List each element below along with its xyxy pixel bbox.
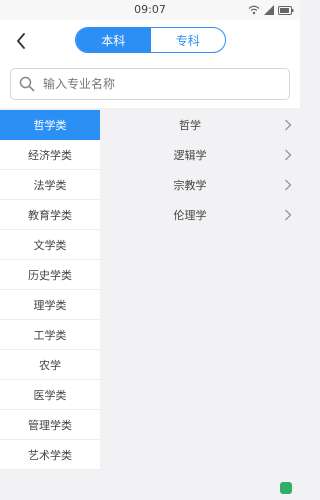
chevron-right-icon <box>285 209 292 221</box>
subcategory-label: 伦理学 <box>173 209 207 222</box>
battery-icon <box>278 5 294 15</box>
status-icons <box>248 5 294 15</box>
category-item-literature[interactable]: 文学类 <box>0 230 100 260</box>
category-item-economics[interactable]: 经济学类 <box>0 140 100 170</box>
category-list: 哲学类 经济学类 法学类 教育学类 文学类 历史学类 理学类 工学类 农学 医学… <box>0 110 100 470</box>
wifi-icon <box>248 5 260 15</box>
subcategory-list: 哲学 逻辑学 宗教学 伦理学 <box>100 110 300 230</box>
category-item-medicine[interactable]: 医学类 <box>0 380 100 410</box>
chevron-right-icon <box>285 179 292 191</box>
subcategory-item[interactable]: 伦理学 <box>100 200 300 230</box>
category-item-management[interactable]: 管理学类 <box>0 410 100 440</box>
tab-undergraduate[interactable]: 本科 <box>76 28 151 52</box>
watermark-icon <box>280 482 292 494</box>
category-item-engineering[interactable]: 工学类 <box>0 320 100 350</box>
chevron-right-icon <box>285 119 292 131</box>
category-item-agriculture[interactable]: 农学 <box>0 350 100 380</box>
back-button[interactable] <box>10 29 32 53</box>
watermark-logo <box>280 482 292 494</box>
subcategory-label: 逻辑学 <box>173 149 207 162</box>
degree-type-switch: 本科 专科 <box>75 27 226 53</box>
search-box <box>10 68 290 100</box>
category-item-arts[interactable]: 艺术学类 <box>0 440 100 470</box>
subcategory-item[interactable]: 逻辑学 <box>100 140 300 170</box>
search-bar <box>0 62 300 108</box>
tab-junior-college[interactable]: 专科 <box>151 28 226 52</box>
category-item-law[interactable]: 法学类 <box>0 170 100 200</box>
subcategory-label: 宗教学 <box>173 179 207 192</box>
category-item-history[interactable]: 历史学类 <box>0 260 100 290</box>
category-item-science[interactable]: 理学类 <box>0 290 100 320</box>
chevron-right-icon <box>285 149 292 161</box>
chevron-left-icon <box>17 33 25 49</box>
subcategory-item[interactable]: 哲学 <box>100 110 300 140</box>
signal-icon <box>264 5 274 15</box>
category-item-education[interactable]: 教育学类 <box>0 200 100 230</box>
subcategory-item[interactable]: 宗教学 <box>100 170 300 200</box>
header: 本科 专科 <box>0 20 300 62</box>
subcategory-label: 哲学 <box>179 119 201 132</box>
category-item-philosophy[interactable]: 哲学类 <box>0 110 100 140</box>
search-input[interactable] <box>43 69 283 99</box>
search-icon <box>19 76 35 92</box>
status-bar: 09:07 <box>0 0 300 20</box>
